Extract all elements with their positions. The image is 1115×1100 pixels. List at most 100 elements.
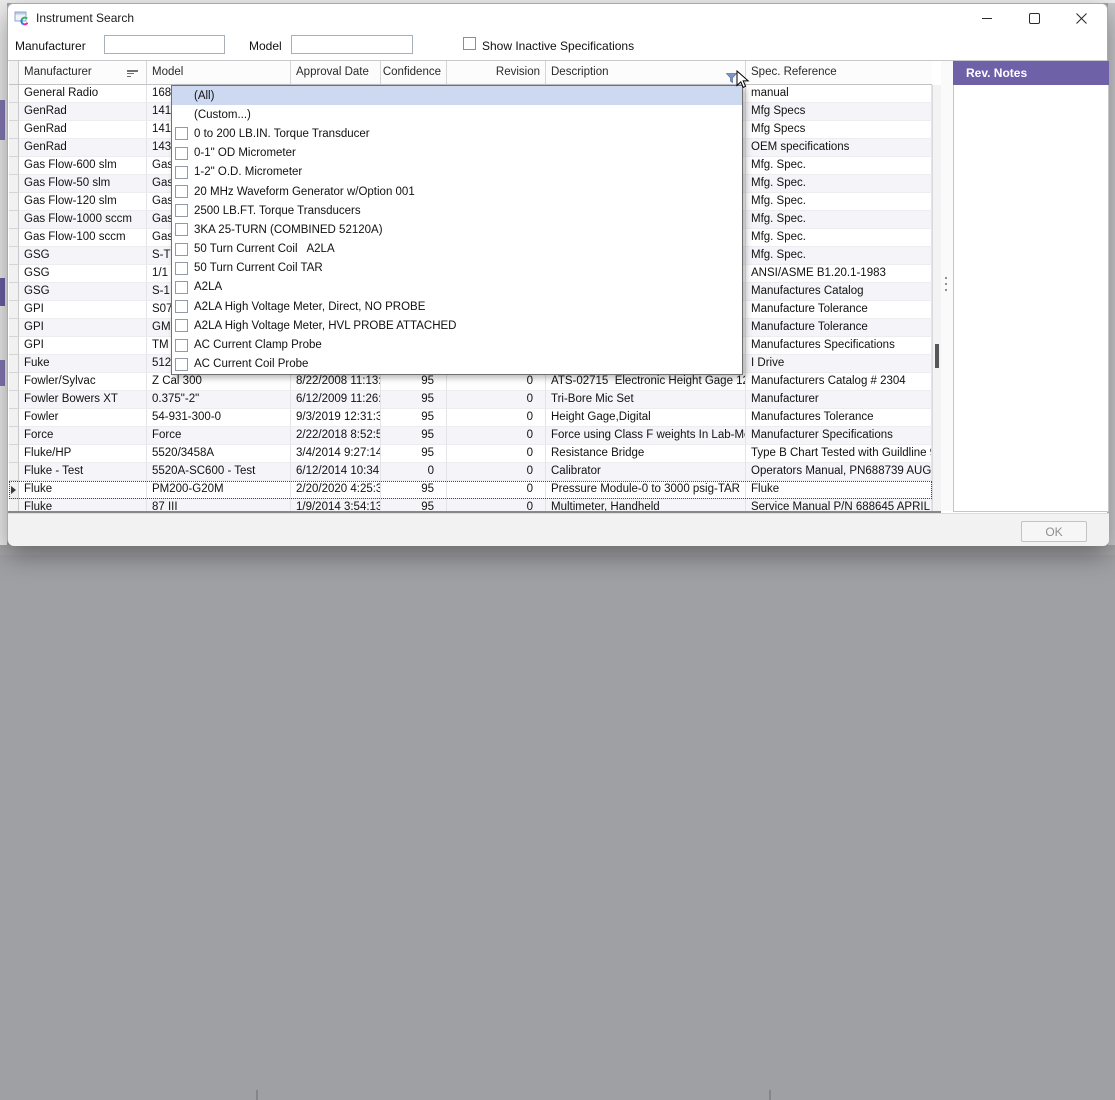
cell-spec_reference[interactable]: Mfg. Spec. bbox=[746, 193, 932, 211]
filter-option[interactable]: A2LA High Voltage Meter, Direct, NO PROB… bbox=[172, 297, 742, 316]
cell-model[interactable]: Z Cal 300 bbox=[147, 373, 291, 391]
minimize-button[interactable] bbox=[964, 4, 1011, 32]
filter-option-checkbox[interactable] bbox=[175, 300, 188, 313]
cell-spec_reference[interactable]: Mfg Specs bbox=[746, 103, 932, 121]
cell-spec_reference[interactable]: Manufacture Tolerance bbox=[746, 301, 932, 319]
cell-description[interactable]: Multimeter, Handheld bbox=[546, 499, 746, 511]
filter-option[interactable]: AC Current Clamp Probe bbox=[172, 335, 742, 354]
cell-spec_reference[interactable]: Fluke bbox=[746, 481, 932, 499]
filter-option[interactable]: A2LA High Voltage Meter, HVL PROBE ATTAC… bbox=[172, 316, 742, 335]
cell-manufacturer[interactable]: GenRad bbox=[19, 103, 147, 121]
cell-confidence[interactable]: 95 bbox=[381, 391, 447, 409]
grid-vertical-scrollbar[interactable] bbox=[932, 85, 941, 511]
table-row[interactable]: Fowler54-931-300-09/3/2019 12:31:35950He… bbox=[9, 409, 932, 427]
cell-spec_reference[interactable]: Mfg. Spec. bbox=[746, 229, 932, 247]
cell-model[interactable]: 5520/3458A bbox=[147, 445, 291, 463]
cell-manufacturer[interactable]: Fluke/HP bbox=[19, 445, 147, 463]
close-button[interactable] bbox=[1058, 4, 1105, 32]
cell-spec_reference[interactable]: Manufactures Specifications bbox=[746, 337, 932, 355]
cell-description[interactable]: Tri-Bore Mic Set bbox=[546, 391, 746, 409]
filter-option-checkbox[interactable] bbox=[175, 185, 188, 198]
cell-description[interactable]: Height Gage,Digital bbox=[546, 409, 746, 427]
filter-option-checkbox[interactable] bbox=[175, 262, 188, 275]
cell-manufacturer[interactable]: Fluke bbox=[19, 481, 147, 499]
cell-spec_reference[interactable]: Operators Manual, PN688739 AUG 98 R bbox=[746, 463, 932, 481]
sort-filter-bars-icon[interactable] bbox=[127, 70, 138, 77]
filter-option-checkbox[interactable] bbox=[175, 166, 188, 179]
filter-option-checkbox[interactable] bbox=[175, 147, 188, 160]
cell-spec_reference[interactable]: OEM specifications bbox=[746, 139, 932, 157]
cell-revision[interactable]: 0 bbox=[447, 391, 546, 409]
filter-option-checkbox[interactable] bbox=[175, 127, 188, 140]
cell-model[interactable]: 87 III bbox=[147, 499, 291, 511]
cell-spec_reference[interactable]: Mfg. Spec. bbox=[746, 175, 932, 193]
column-header-model[interactable]: Model bbox=[147, 61, 291, 85]
filter-option-checkbox[interactable] bbox=[175, 319, 188, 332]
table-row[interactable]: Fowler/SylvacZ Cal 3008/22/2008 11:13:40… bbox=[9, 373, 932, 391]
cell-spec_reference[interactable]: Type B Chart Tested with Guildline 9211 bbox=[746, 445, 932, 463]
cell-approval_date[interactable]: 9/3/2019 12:31:35 bbox=[291, 409, 381, 427]
cell-description[interactable]: Pressure Module-0 to 3000 psig-TAR bbox=[546, 481, 746, 499]
cell-manufacturer[interactable]: Fowler bbox=[19, 409, 147, 427]
cell-revision[interactable]: 0 bbox=[447, 499, 546, 511]
cell-approval_date[interactable]: 6/12/2014 10:34:06 bbox=[291, 463, 381, 481]
cell-revision[interactable]: 0 bbox=[447, 445, 546, 463]
filter-option-checkbox[interactable] bbox=[175, 243, 188, 256]
rev-notes-content[interactable] bbox=[953, 85, 1109, 512]
filter-option[interactable]: 50 Turn Current Coil A2LA bbox=[172, 240, 742, 259]
cell-spec_reference[interactable]: Mfg Specs bbox=[746, 121, 932, 139]
model-input[interactable] bbox=[291, 35, 413, 54]
filter-option[interactable]: 1-2" O.D. Micrometer bbox=[172, 163, 742, 182]
cell-manufacturer[interactable]: Fowler Bowers XT bbox=[19, 391, 147, 409]
cell-model[interactable]: 5520A-SC600 - Test bbox=[147, 463, 291, 481]
filter-option[interactable]: 50 Turn Current Coil TAR bbox=[172, 259, 742, 278]
cell-model[interactable]: 54-931-300-0 bbox=[147, 409, 291, 427]
cell-manufacturer[interactable]: Gas Flow-100 sccm bbox=[19, 229, 147, 247]
filter-option[interactable]: (All) bbox=[172, 86, 742, 105]
filter-option-checkbox[interactable] bbox=[175, 339, 188, 352]
cell-description[interactable]: Force using Class F weights In Lab-Memp bbox=[546, 427, 746, 445]
cell-model[interactable]: Force bbox=[147, 427, 291, 445]
cell-manufacturer[interactable]: Fowler/Sylvac bbox=[19, 373, 147, 391]
filter-option-checkbox[interactable] bbox=[175, 223, 188, 236]
table-row[interactable]: Fluke87 III1/9/2014 3:54:13 P950Multimet… bbox=[9, 499, 932, 511]
cell-manufacturer[interactable]: GSG bbox=[19, 265, 147, 283]
filter-option[interactable]: AC Current Coil Probe bbox=[172, 355, 742, 374]
cell-approval_date[interactable]: 3/4/2014 9:27:14 A bbox=[291, 445, 381, 463]
cell-approval_date[interactable]: 1/9/2014 3:54:13 P bbox=[291, 499, 381, 511]
cell-spec_reference[interactable]: Manufacturer bbox=[746, 391, 932, 409]
column-header-confidence[interactable]: Confidence bbox=[381, 61, 447, 85]
maximize-button[interactable] bbox=[1011, 4, 1058, 32]
table-row[interactable]: Fowler Bowers XT0.375"-2"6/12/2009 11:26… bbox=[9, 391, 932, 409]
filter-option[interactable]: 20 MHz Waveform Generator w/Option 001 bbox=[172, 182, 742, 201]
ok-button[interactable]: OK bbox=[1021, 521, 1087, 542]
table-row[interactable]: Fluke - Test5520A-SC600 - Test6/12/2014 … bbox=[9, 463, 932, 481]
cell-approval_date[interactable]: 2/20/2020 4:25:37 bbox=[291, 481, 381, 499]
cell-spec_reference[interactable]: manual bbox=[746, 85, 932, 103]
cell-confidence[interactable]: 95 bbox=[381, 445, 447, 463]
column-header-approval-date[interactable]: Approval Date bbox=[291, 61, 381, 85]
cell-manufacturer[interactable]: GenRad bbox=[19, 121, 147, 139]
filter-option-checkbox[interactable] bbox=[175, 358, 188, 371]
cell-manufacturer[interactable]: General Radio bbox=[19, 85, 147, 103]
cell-manufacturer[interactable]: GPI bbox=[19, 337, 147, 355]
cell-spec_reference[interactable]: Manufactures Catalog bbox=[746, 283, 932, 301]
manufacturer-input[interactable] bbox=[104, 35, 225, 54]
cell-confidence[interactable]: 95 bbox=[381, 409, 447, 427]
cell-model[interactable]: PM200-G20M bbox=[147, 481, 291, 499]
cell-spec_reference[interactable]: Manufactures Tolerance bbox=[746, 409, 932, 427]
scrollbar-thumb[interactable] bbox=[935, 344, 939, 368]
cell-spec_reference[interactable]: ANSI/ASME B1.20.1-1983 bbox=[746, 265, 932, 283]
column-header-description[interactable]: Description bbox=[546, 61, 746, 85]
cell-spec_reference[interactable]: Mfg. Spec. bbox=[746, 157, 932, 175]
cell-confidence[interactable]: 0 bbox=[381, 463, 447, 481]
cell-revision[interactable]: 0 bbox=[447, 427, 546, 445]
cell-manufacturer[interactable]: GSG bbox=[19, 283, 147, 301]
filter-option[interactable]: A2LA bbox=[172, 278, 742, 297]
cell-confidence[interactable]: 95 bbox=[381, 373, 447, 391]
table-row[interactable]: FlukePM200-G20M2/20/2020 4:25:37950Press… bbox=[9, 481, 932, 499]
filter-option[interactable]: 0-1" OD Micrometer bbox=[172, 144, 742, 163]
filter-option-checkbox[interactable] bbox=[175, 204, 188, 217]
filter-option[interactable]: 3KA 25-TURN (COMBINED 52120A) bbox=[172, 220, 742, 239]
column-header-manufacturer[interactable]: Manufacturer bbox=[19, 61, 147, 85]
